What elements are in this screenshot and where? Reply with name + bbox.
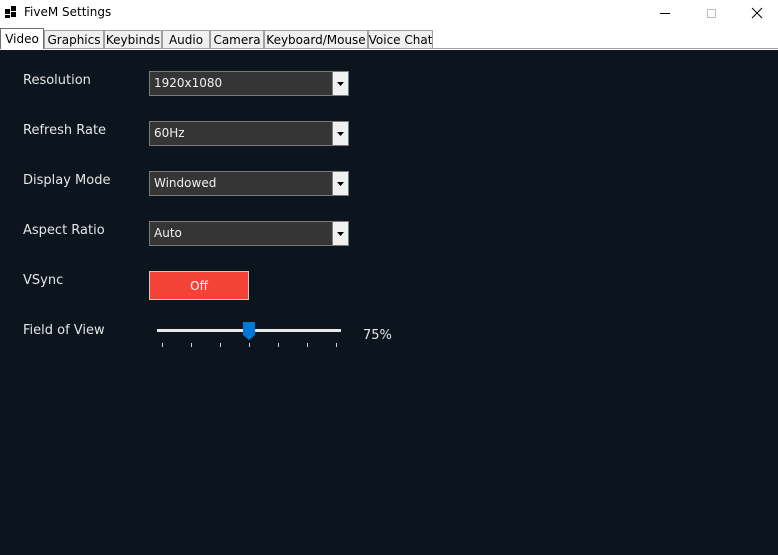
chevron-down-icon (337, 231, 344, 236)
tab-camera[interactable]: Camera (210, 30, 264, 48)
tab-voice-chat[interactable]: Voice Chat (368, 30, 433, 48)
refresh-rate-label: Refresh Rate (23, 123, 107, 138)
close-button[interactable] (734, 0, 778, 26)
fov-value: 75% (363, 328, 392, 343)
chevron-down-icon (337, 181, 344, 186)
tab-divider (0, 48, 778, 49)
video-settings-panel: Resolution 1920x1080 Refresh Rate 60Hz D… (0, 50, 778, 555)
tab-graphics[interactable]: Graphics (44, 30, 104, 48)
chevron-down-icon (337, 81, 344, 86)
tab-audio[interactable]: Audio (162, 30, 210, 48)
fov-slider-tick (336, 343, 337, 347)
window-title: FiveM Settings (24, 5, 112, 19)
refresh-rate-dropdown[interactable]: 60Hz (149, 121, 349, 146)
display-mode-value: Windowed (154, 176, 217, 190)
resolution-value: 1920x1080 (154, 76, 223, 90)
minimize-button[interactable] (642, 0, 688, 26)
resolution-dropdown-button[interactable] (332, 72, 348, 95)
tab-video[interactable]: Video (0, 28, 44, 49)
fov-slider-tick (162, 343, 163, 347)
refresh-rate-dropdown-button[interactable] (332, 122, 348, 145)
fov-label: Field of View (23, 323, 105, 338)
title-bar: FiveM Settings (0, 0, 778, 26)
fov-slider-tick (191, 343, 192, 347)
minimize-icon (660, 12, 670, 14)
fov-slider-tick (307, 343, 308, 347)
fov-slider-tick (278, 343, 279, 347)
fov-slider-tick (249, 343, 250, 347)
resolution-dropdown[interactable]: 1920x1080 (149, 71, 349, 96)
aspect-ratio-dropdown[interactable]: Auto (149, 221, 349, 246)
tab-keyboard-mouse[interactable]: Keyboard/Mouse (264, 30, 368, 48)
display-mode-dropdown[interactable]: Windowed (149, 171, 349, 196)
maximize-icon (706, 8, 716, 18)
vsync-toggle-button[interactable]: Off (149, 271, 249, 300)
resolution-label: Resolution (23, 73, 91, 88)
close-icon (751, 7, 763, 19)
maximize-button[interactable] (688, 0, 734, 26)
tab-keybinds[interactable]: Keybinds (104, 30, 162, 48)
aspect-ratio-value: Auto (154, 226, 182, 240)
display-mode-label: Display Mode (23, 173, 111, 188)
fov-slider-tick (220, 343, 221, 347)
aspect-ratio-label: Aspect Ratio (23, 223, 105, 238)
vsync-label: VSync (23, 273, 64, 288)
refresh-rate-value: 60Hz (154, 126, 185, 140)
app-grid-icon (5, 6, 16, 18)
aspect-ratio-dropdown-button[interactable] (332, 222, 348, 245)
fov-slider-thumb[interactable] (243, 322, 255, 340)
display-mode-dropdown-button[interactable] (332, 172, 348, 195)
chevron-down-icon (337, 131, 344, 136)
